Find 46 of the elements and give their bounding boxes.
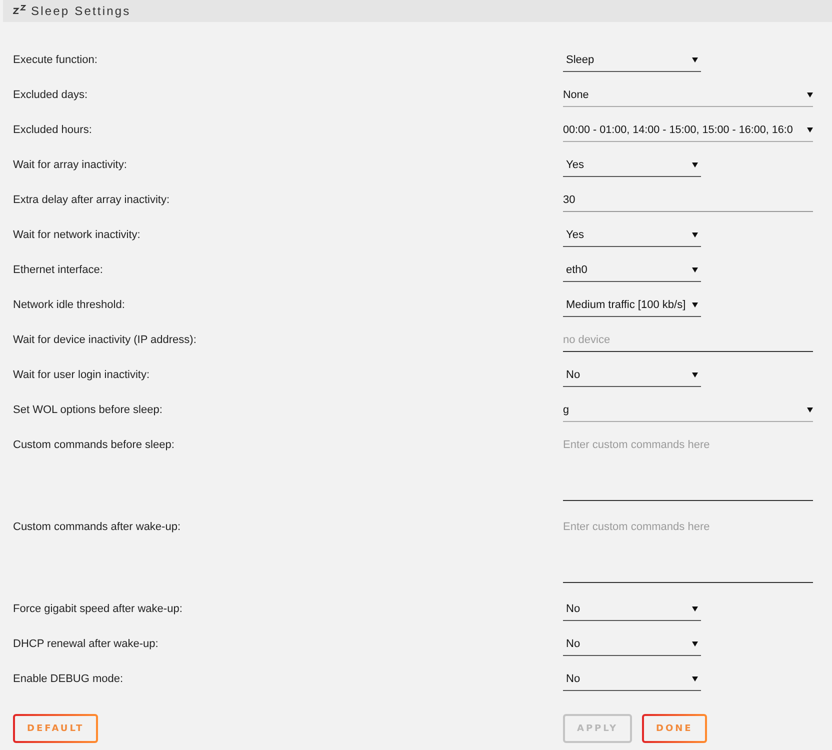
- dropdown[interactable]: g: [563, 398, 813, 422]
- dropdown[interactable]: Yes: [563, 223, 701, 247]
- caret-icon: [692, 676, 698, 682]
- input-field[interactable]: 30: [563, 188, 813, 212]
- field-label: Ethernet interface:: [12, 263, 103, 278]
- caret-icon: [807, 126, 813, 132]
- caret-icon: [692, 266, 698, 272]
- dropdown[interactable]: Yes: [563, 153, 701, 177]
- text-area[interactable]: Enter custom commands here: [563, 433, 813, 501]
- caret-icon: [692, 162, 698, 168]
- dropdown[interactable]: 00:00 - 01:00, 14:00 - 15:00, 15:00 - 16:00, 16:0: [563, 118, 813, 142]
- field-label: Excluded hours:: [12, 123, 92, 138]
- field-label: Wait for device inactivity (IP address):: [12, 333, 196, 348]
- dropdown[interactable]: No: [563, 363, 701, 387]
- caret-icon: [692, 232, 698, 238]
- dropdown[interactable]: None: [563, 83, 813, 107]
- field-label: Wait for network inactivity:: [12, 228, 140, 243]
- field-label: Set WOL options before sleep:: [12, 403, 162, 418]
- caret-icon: [692, 606, 698, 612]
- field-label: Custom commands before sleep:: [12, 438, 174, 453]
- field-label: Force gigabit speed after wake-up:: [12, 602, 182, 617]
- field-label: Enable DEBUG mode:: [12, 672, 124, 687]
- field-label: Execute function:: [12, 53, 98, 68]
- caret-icon: [692, 372, 698, 378]
- caret-icon: [807, 92, 813, 98]
- text-area[interactable]: Enter custom commands here: [563, 515, 813, 583]
- caret-icon: [692, 302, 698, 308]
- caret-icon: [807, 406, 813, 412]
- dropdown[interactable]: eth0: [563, 258, 701, 282]
- dropdown[interactable]: No: [563, 667, 701, 691]
- section-title: Sleep Settings: [31, 4, 131, 18]
- field-label: Excluded days:: [12, 88, 88, 103]
- dropdown[interactable]: Sleep: [563, 48, 701, 72]
- caret-icon: [692, 640, 698, 646]
- dropdown[interactable]: Medium traffic [100 kb/s]: [563, 293, 701, 317]
- input-field[interactable]: no device: [563, 328, 813, 352]
- field-label: Network idle threshold:: [12, 298, 125, 313]
- sleep-icon: [13, 5, 26, 14]
- dropdown[interactable]: No: [563, 597, 701, 621]
- field-label: Custom commands after wake-up:: [12, 520, 181, 535]
- field-label: Wait for array inactivity:: [12, 158, 127, 173]
- field-label: Wait for user login inactivity:: [12, 368, 150, 383]
- field-label: Extra delay after array inactivity:: [12, 193, 170, 208]
- caret-icon: [692, 56, 698, 62]
- dropdown[interactable]: No: [563, 632, 701, 656]
- field-label: DHCP renewal after wake-up:: [12, 637, 158, 652]
